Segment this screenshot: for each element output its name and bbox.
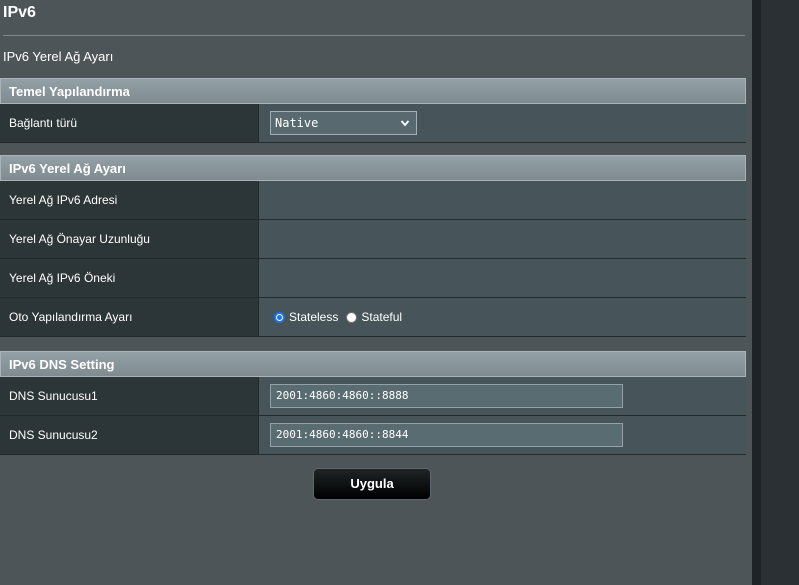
lan-ipv6-address-value [259,181,746,219]
connection-type-cell: Native [259,104,746,142]
auto-config-label: Oto Yapılandırma Ayarı [0,298,259,336]
lan-ipv6-address-label: Yerel Ağ IPv6 Adresi [0,181,259,219]
page-subtitle: IPv6 Yerel Ağ Ayarı [3,49,114,64]
connection-type-row: Bağlantı türü Native [0,104,746,143]
lan-prefix-length-label: Yerel Ağ Önayar Uzunluğu [0,220,259,258]
dns2-cell: 2001:4860:4860::8844 [259,416,746,454]
dns2-row: DNS Sunucusu2 2001:4860:4860::8844 [0,416,746,455]
stateful-label[interactable]: Stateful [361,310,402,324]
dns-settings-section: IPv6 DNS Setting DNS Sunucusu1 2001:4860… [0,351,746,455]
lan-ipv6-prefix-row: Yerel Ağ IPv6 Öneki [0,259,746,298]
apply-button[interactable]: Uygula [313,468,431,500]
lan-settings-section: IPv6 Yerel Ağ Ayarı Yerel Ağ IPv6 Adresi… [0,155,746,337]
lan-settings-header: IPv6 Yerel Ağ Ayarı [0,155,746,181]
auto-config-cell: Stateless Stateful [259,298,746,336]
dns2-input[interactable]: 2001:4860:4860::8844 [270,423,623,447]
auto-config-row: Oto Yapılandırma Ayarı Stateless Statefu… [0,298,746,337]
dns1-input[interactable]: 2001:4860:4860::8888 [270,384,623,408]
lan-ipv6-address-row: Yerel Ağ IPv6 Adresi [0,181,746,220]
lan-ipv6-prefix-value [259,259,746,297]
dns1-label: DNS Sunucusu1 [0,377,259,415]
main-content: IPv6 IPv6 Yerel Ağ Ayarı Temel Yapılandı… [0,0,752,585]
lan-ipv6-prefix-label: Yerel Ağ IPv6 Öneki [0,259,259,297]
dns-settings-header: IPv6 DNS Setting [0,351,746,377]
page-edge-divider [752,0,761,585]
connection-type-select[interactable]: Native [270,111,417,135]
connection-type-value: Native [275,116,319,130]
right-side-panel [761,0,799,585]
dns1-row: DNS Sunucusu1 2001:4860:4860::8888 [0,377,746,416]
lan-prefix-length-value [259,220,746,258]
basic-config-section: Temel Yapılandırma Bağlantı türü Native [0,78,746,143]
auto-config-radio-group: Stateless Stateful [270,310,410,324]
dns2-label: DNS Sunucusu2 [0,416,259,454]
dns1-cell: 2001:4860:4860::8888 [259,377,746,415]
stateless-label[interactable]: Stateless [289,310,338,324]
stateful-radio[interactable] [346,311,358,323]
stateless-radio[interactable] [274,311,285,323]
chevron-down-icon [400,120,410,127]
page-title: IPv6 [3,4,36,21]
title-divider [3,35,745,36]
lan-prefix-length-row: Yerel Ağ Önayar Uzunluğu [0,220,746,259]
basic-config-header: Temel Yapılandırma [0,78,746,104]
connection-type-label: Bağlantı türü [0,104,259,142]
